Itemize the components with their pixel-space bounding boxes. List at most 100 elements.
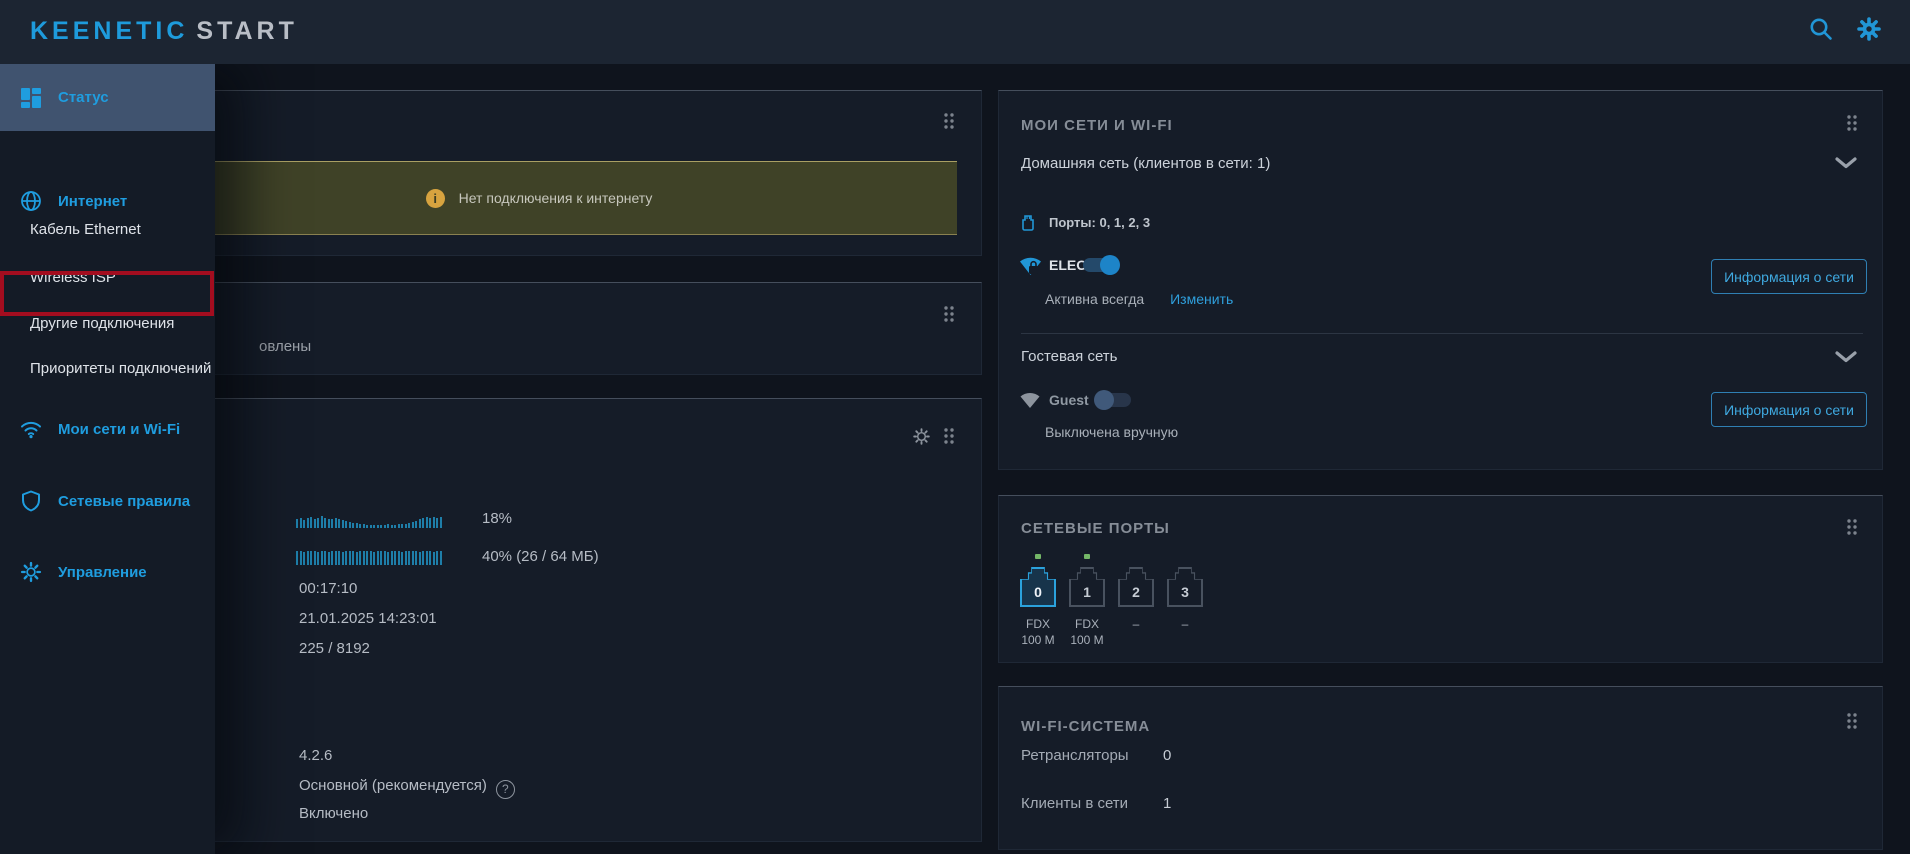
uptime-value: 00:17:10 — [299, 580, 357, 597]
widget-settings-gear-icon[interactable] — [912, 427, 931, 446]
sidebar-item-label: Кабель Ethernet — [30, 221, 141, 238]
home-network-label[interactable]: Домашняя сеть (клиентов в сети: 1) — [1021, 155, 1270, 172]
panel-title: МОИ СЕТИ И WI-FI — [1021, 117, 1173, 134]
sidebar-item-сетевые-правила[interactable]: Сетевые правила — [0, 472, 215, 530]
sidebar-menu: СтатусИнтернетКабель EthernetWireless IS… — [0, 64, 215, 854]
port-number: 2 — [1118, 584, 1154, 600]
release-channel-text: Основной (рекомендуется) — [299, 777, 487, 794]
keenetic-logo: KEENETIC START — [30, 17, 298, 46]
port-connector-icon: 3 — [1167, 567, 1203, 607]
sidebar-item-label: Приоритеты подключений — [30, 360, 211, 377]
ethernet-port-0: 0 FDX100 M — [1020, 567, 1056, 648]
sidebar-item-статус[interactable]: Статус — [0, 64, 215, 131]
help-question-icon[interactable]: ? — [496, 780, 515, 799]
port-connector-icon: 2 — [1118, 567, 1154, 607]
port-number: 1 — [1069, 584, 1105, 600]
port-connector-icon: 0 — [1020, 567, 1056, 607]
sidebar-item-label: Мои сети и Wi-Fi — [58, 421, 180, 438]
port-number: 3 — [1167, 584, 1203, 600]
sidebar-item-приоритеты-подключений[interactable]: Приоритеты подключений — [0, 346, 215, 391]
port-activity-led — [1084, 554, 1090, 559]
row-value: 0 — [1163, 747, 1171, 764]
row-label: Ретрансляторы — [1021, 747, 1129, 764]
my-networks-panel: МОИ СЕТИ И WI-FI Домашняя сеть (клиентов… — [998, 90, 1883, 470]
logo-primary: KEENETIC — [30, 17, 188, 45]
row-value: 1 — [1163, 795, 1171, 812]
auto-update-state-value: Включено — [299, 805, 368, 822]
gear-icon — [20, 561, 42, 583]
shield-icon — [20, 490, 42, 512]
firmware-version-value: 4.2.6 — [299, 747, 332, 764]
network-ports-panel: СЕТЕВЫЕ ПОРТЫ 0FDX100 M1FDX100 M2–3– — [998, 495, 1883, 663]
keenetic-admin-page: i Нет подключения к интернету овлены — [0, 0, 1910, 854]
wifi-guest-icon — [1019, 391, 1041, 409]
sidebar-item-кабель-ethernet[interactable]: Кабель Ethernet — [0, 207, 215, 252]
home-network-info-button[interactable]: Информация о сети — [1711, 259, 1867, 294]
sidebar-item-label: Сетевые правила — [58, 493, 190, 510]
alert-text: Нет подключения к интернету — [459, 190, 653, 206]
edit-schedule-link[interactable]: Изменить — [1170, 291, 1233, 307]
wifi-system-row: Ретрансляторы0 — [1021, 747, 1129, 765]
panel-title: СЕТЕВЫЕ ПОРТЫ — [1021, 520, 1170, 537]
port-activity-led — [1035, 554, 1041, 559]
guest-network-label[interactable]: Гостевая сеть — [1021, 348, 1117, 365]
wifi-lock-icon — [1018, 255, 1043, 276]
connections-value: 225 / 8192 — [299, 640, 370, 657]
cpu-usage-sparkline — [296, 511, 442, 528]
release-channel-value: Основной (рекомендуется)? — [299, 777, 515, 799]
highlight-box — [0, 271, 214, 316]
home-schedule-text: Активна всегда Изменить — [1045, 291, 1233, 307]
port-connector-icon: 1 — [1069, 567, 1105, 607]
section-divider — [1021, 333, 1863, 334]
updates-status-text: овлены — [259, 338, 311, 355]
system-panel: 18% 40% (26 / 64 МБ) 00:17:10 21.01.2025… — [96, 398, 982, 842]
drag-handle-icon[interactable] — [1845, 711, 1859, 731]
wifi-system-row: Клиенты в сети1 — [1021, 795, 1128, 813]
home-wifi-toggle[interactable] — [1083, 258, 1117, 272]
memory-usage-sparkline — [296, 548, 442, 565]
sidebar-item-мои-сети-и-wi-fi[interactable]: Мои сети и Wi-Fi — [0, 400, 215, 458]
topbar: KEENETIC START — [0, 0, 1910, 64]
home-ssid-label: ELEO — [1049, 257, 1087, 273]
sidebar-item-label: Управление — [58, 564, 147, 581]
guest-ssid-label: Guest — [1049, 392, 1089, 408]
port-link-info: – — [1167, 616, 1203, 632]
ethernet-port-1: 1 FDX100 M — [1069, 567, 1105, 648]
drag-handle-icon[interactable] — [1845, 113, 1859, 133]
memory-usage-value: 40% (26 / 64 МБ) — [482, 548, 599, 565]
drag-handle-icon[interactable] — [942, 304, 956, 324]
search-icon[interactable] — [1808, 16, 1834, 42]
guest-state-text: Выключена вручную — [1045, 424, 1178, 440]
ethernet-plug-icon — [1021, 214, 1035, 232]
info-icon: i — [426, 189, 445, 208]
drag-handle-icon[interactable] — [942, 111, 956, 131]
settings-gear-icon[interactable] — [1856, 16, 1882, 42]
port-link-info: FDX100 M — [1069, 616, 1105, 648]
guest-network-info-button[interactable]: Информация о сети — [1711, 392, 1867, 427]
port-link-info: – — [1118, 616, 1154, 632]
wifi-system-panel: WI-FI-СИСТЕМА Ретрансляторы0Клиенты в се… — [998, 686, 1883, 850]
logo-secondary: START — [196, 17, 297, 45]
ethernet-port-3: 3– — [1167, 567, 1203, 632]
internet-status-panel: i Нет подключения к интернету — [96, 90, 982, 256]
panel-title: WI-FI-СИСТЕМА — [1021, 718, 1150, 735]
port-link-info: FDX100 M — [1020, 616, 1056, 648]
sidebar-item-label: Статус — [58, 89, 109, 106]
port-number: 0 — [1020, 584, 1056, 600]
drag-handle-icon[interactable] — [1845, 517, 1859, 537]
datetime-value: 21.01.2025 14:23:01 — [299, 610, 437, 627]
dashboard-icon — [20, 87, 42, 109]
row-label: Клиенты в сети — [1021, 795, 1128, 812]
ethernet-port-2: 2– — [1118, 567, 1154, 632]
sidebar-item-label: Другие подключения — [30, 315, 174, 332]
drag-handle-icon[interactable] — [942, 426, 956, 446]
no-internet-alert: i Нет подключения к интернету — [121, 161, 957, 235]
chevron-down-icon[interactable] — [1835, 157, 1857, 169]
home-ports-line: Порты: 0, 1, 2, 3 — [1049, 215, 1150, 230]
guest-wifi-toggle[interactable] — [1097, 393, 1131, 407]
cpu-usage-value: 18% — [482, 510, 512, 527]
sidebar-item-управление[interactable]: Управление — [0, 543, 215, 601]
updates-panel: овлены — [96, 282, 982, 375]
chevron-down-icon[interactable] — [1835, 351, 1857, 363]
wifi-icon — [20, 418, 42, 440]
